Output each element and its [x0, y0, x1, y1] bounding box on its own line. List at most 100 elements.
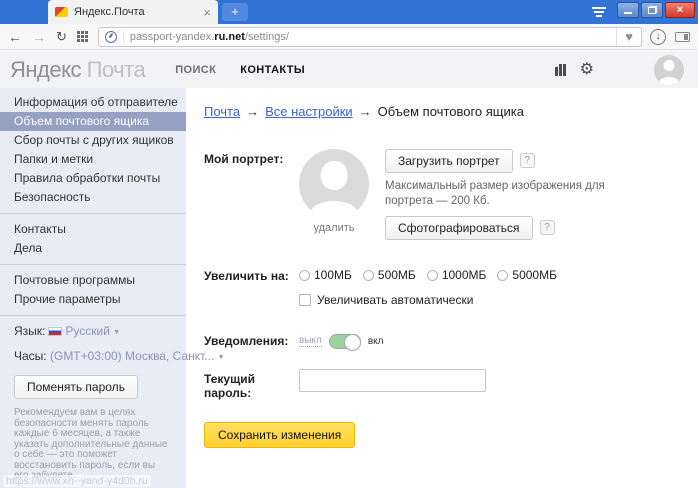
notifications-label: Уведомления:	[204, 331, 299, 349]
sidebar-item-mailbox-size[interactable]: Объем почтового ящика	[0, 112, 186, 131]
quota-options: 100МБ 500МБ 1000МБ 5000МБ	[299, 266, 557, 282]
sidebar-item-security[interactable]: Безопасность	[0, 188, 186, 207]
notifications-toggle[interactable]	[329, 334, 361, 349]
settings-main: Почта→Все настройки→Объем почтового ящик…	[186, 88, 698, 488]
radio-label: 5000МБ	[512, 268, 557, 282]
notifications-row: Уведомления: выкл вкл	[204, 331, 698, 349]
new-tab-button[interactable]: +	[222, 3, 248, 21]
gear-icon[interactable]: ⚙	[580, 62, 594, 78]
breadcrumb-mail-link[interactable]: Почта	[204, 104, 240, 119]
sidebar-item-mail-clients[interactable]: Почтовые программы	[0, 271, 186, 290]
password-hint-text: Рекомендуем вам в целях безопасности мен…	[14, 408, 172, 482]
breadcrumb: Почта→Все настройки→Объем почтового ящик…	[204, 104, 698, 119]
page-header: Яндекс Почта ПОИСК КОНТАКТЫ ⚙	[0, 51, 698, 88]
sidebar-item-mail-collection[interactable]: Сбор почты с других ящиков	[0, 131, 186, 150]
radio-label: 500МБ	[378, 268, 416, 282]
toggle-on-label: вкл	[368, 336, 384, 347]
portrait-actions: Загрузить портрет? Максимальный размер и…	[385, 149, 620, 240]
tab-title: Яндекс.Почта	[74, 6, 197, 18]
portrait-row: Мой портрет: удалить Загрузить портрет? …	[204, 149, 698, 240]
auto-increase-label: Увеличивать автоматически	[317, 293, 473, 307]
radio-1000mb[interactable]: 1000МБ	[427, 268, 487, 282]
apps-grid-icon[interactable]	[77, 31, 88, 42]
quota-label: Увеличить на:	[204, 266, 299, 307]
sidebar-item-contacts[interactable]: Контакты	[0, 220, 186, 239]
tab-close-icon[interactable]: ×	[203, 6, 211, 19]
url-domain: ru.net	[214, 31, 245, 43]
sidebar-divider	[0, 213, 186, 214]
nav-search-link[interactable]: ПОИСК	[175, 64, 216, 76]
radio-icon[interactable]	[363, 270, 374, 281]
take-photo-button[interactable]: Сфотографироваться	[385, 216, 533, 240]
yandex-mail-favicon	[55, 7, 68, 17]
content-area: Информация об отправителе Объем почтовог…	[0, 88, 698, 488]
timezone-select[interactable]: (GMT+03:00) Москва, Санкт...	[50, 349, 214, 363]
portrait-size-hint: Максимальный размер изображения для порт…	[385, 179, 620, 209]
reload-icon[interactable]: ↻	[56, 30, 67, 43]
forward-icon[interactable]: →	[32, 30, 46, 44]
radio-icon[interactable]	[427, 270, 438, 281]
portrait-avatar	[299, 149, 369, 219]
clock-row: Часы: (GMT+03:00) Москва, Санкт... ▼	[0, 347, 186, 365]
current-password-input[interactable]	[299, 369, 486, 392]
sidebar-divider	[0, 264, 186, 265]
browser-titlebar: Яндекс.Почта × + ×	[0, 0, 698, 24]
sidebar-item-mail-rules[interactable]: Правила обработки почты	[0, 169, 186, 188]
language-label: Язык:	[14, 324, 45, 338]
save-changes-button[interactable]: Сохранить изменения	[204, 422, 355, 448]
url-text[interactable]: passport-yandex.ru.net/settings/	[123, 31, 616, 43]
radio-icon[interactable]	[497, 270, 508, 281]
radio-icon[interactable]	[299, 270, 310, 281]
settings-sidebar: Информация об отправителе Объем почтовог…	[0, 88, 186, 488]
checkbox-icon[interactable]	[299, 294, 311, 306]
window-controls: ×	[617, 2, 695, 18]
portrait-label: Мой портрет:	[204, 149, 299, 240]
breadcrumb-all-settings-link[interactable]: Все настройки	[265, 104, 353, 119]
help-icon[interactable]: ?	[540, 220, 555, 235]
downloads-icon[interactable]: ↓	[650, 29, 666, 45]
site-info-icon[interactable]	[105, 31, 117, 43]
language-row: Язык: Русский ▼	[0, 322, 186, 340]
radio-500mb[interactable]: 500МБ	[363, 268, 416, 282]
user-avatar[interactable]	[654, 55, 684, 85]
change-password-button[interactable]: Поменять пароль	[14, 375, 138, 399]
address-bar[interactable]: passport-yandex.ru.net/settings/ ♥	[98, 27, 642, 47]
reader-mode-icon[interactable]	[675, 32, 690, 42]
chevron-down-icon[interactable]: ▼	[113, 329, 120, 336]
close-window-button[interactable]: ×	[665, 2, 695, 18]
radio-100mb[interactable]: 100МБ	[299, 268, 352, 282]
upload-portrait-button[interactable]: Загрузить портрет	[385, 149, 513, 173]
help-icon[interactable]: ?	[520, 153, 535, 168]
breadcrumb-separator: →	[246, 104, 259, 119]
toggle-off-link[interactable]: выкл	[299, 336, 322, 347]
sidebar-item-sender-info[interactable]: Информация об отправителе	[0, 93, 186, 112]
minimize-button[interactable]	[617, 2, 639, 18]
sidebar-divider	[0, 315, 186, 316]
sidebar-item-other-settings[interactable]: Прочие параметры	[0, 290, 186, 309]
radio-label: 100МБ	[314, 268, 352, 282]
bookmark-heart-icon[interactable]: ♥	[616, 28, 641, 46]
auto-increase-checkbox-row[interactable]: Увеличивать автоматически	[299, 293, 557, 307]
browser-toolbar: ← → ↻ passport-yandex.ru.net/settings/ ♥…	[0, 24, 698, 50]
restore-button[interactable]	[641, 2, 663, 18]
sidebar-item-folders-labels[interactable]: Папки и метки	[0, 150, 186, 169]
header-icons: ⚙	[555, 55, 684, 85]
collection-icon[interactable]	[555, 64, 566, 76]
russia-flag-icon	[48, 327, 62, 336]
browser-menu-icon[interactable]	[592, 7, 606, 17]
nav-contacts-link[interactable]: КОНТАКТЫ	[240, 64, 305, 76]
radio-5000mb[interactable]: 5000МБ	[497, 268, 557, 282]
current-password-row: Текущий пароль:	[204, 369, 698, 400]
browser-tab[interactable]: Яндекс.Почта ×	[48, 0, 218, 24]
yandex-mail-logo[interactable]: Яндекс Почта	[10, 57, 145, 83]
radio-label: 1000МБ	[442, 268, 487, 282]
chevron-down-icon[interactable]: ▼	[218, 354, 225, 361]
statusbar-link-preview: https://www.xn--yand-y4d0h.ru	[3, 475, 151, 487]
current-password-label: Текущий пароль:	[204, 369, 299, 400]
url-path: /settings/	[245, 31, 289, 43]
page-title: Объем почтового ящика	[378, 104, 524, 119]
sidebar-item-todo[interactable]: Дела	[0, 239, 186, 258]
delete-portrait-link[interactable]: удалить	[299, 222, 369, 234]
back-icon[interactable]: ←	[8, 30, 22, 44]
language-select[interactable]: Русский	[65, 324, 110, 338]
